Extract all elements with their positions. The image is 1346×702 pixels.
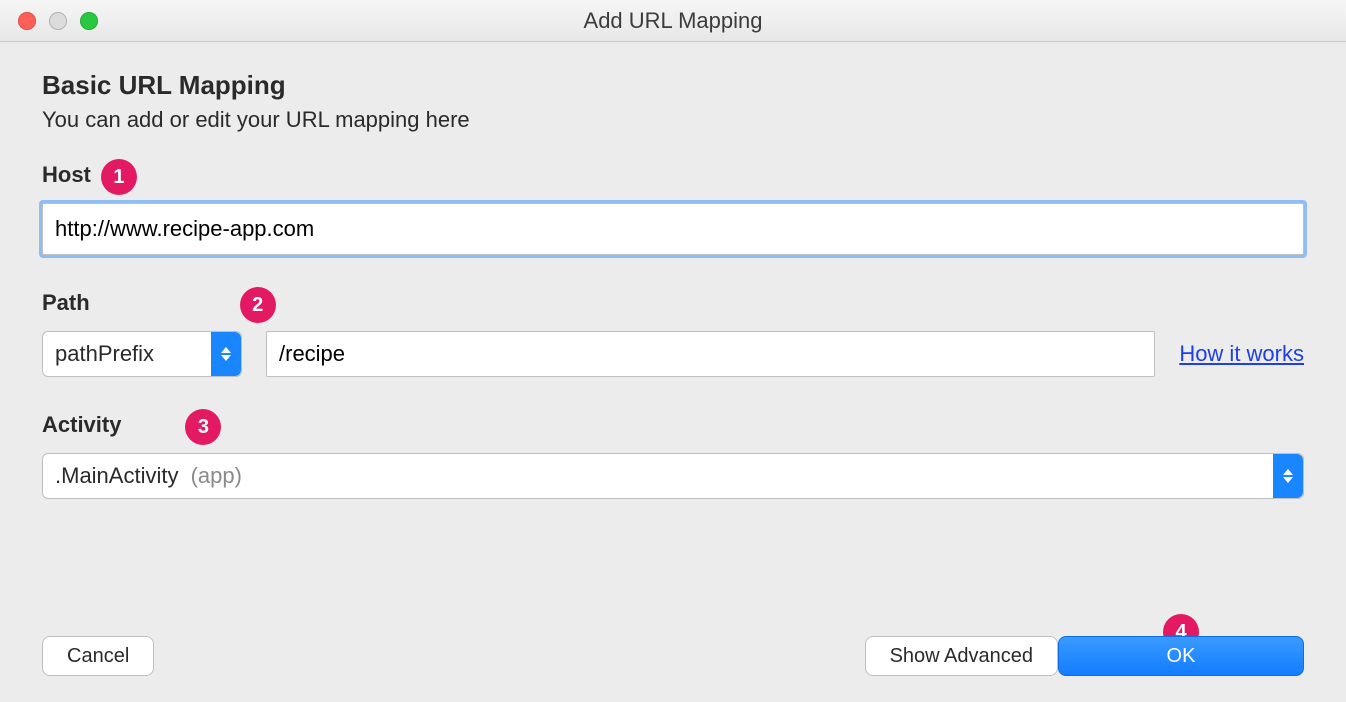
close-window-button[interactable]: [18, 12, 36, 30]
ok-button[interactable]: OK: [1058, 636, 1304, 676]
window-controls: [0, 12, 98, 30]
host-label: Host 1: [42, 157, 1304, 193]
path-type-select[interactable]: pathPrefix: [42, 331, 242, 377]
host-label-text: Host: [42, 162, 91, 188]
section-heading: Basic URL Mapping: [42, 70, 1304, 101]
callout-badge-2: 2: [240, 287, 276, 323]
activity-select[interactable]: .MainActivity (app): [42, 453, 1304, 499]
dialog-content: Basic URL Mapping You can add or edit yo…: [0, 42, 1346, 702]
path-row: pathPrefix How it works: [42, 331, 1304, 377]
minimize-window-button: [49, 12, 67, 30]
activity-selected-scope: (app): [191, 463, 242, 488]
show-advanced-button[interactable]: Show Advanced: [865, 636, 1058, 676]
path-label: Path 2: [42, 285, 1304, 321]
window-title: Add URL Mapping: [0, 8, 1346, 34]
path-input[interactable]: [266, 331, 1155, 377]
button-row: Cancel Show Advanced 4 OK: [42, 616, 1304, 702]
zoom-window-button[interactable]: [80, 12, 98, 30]
callout-badge-3: 3: [185, 409, 221, 445]
callout-badge-1: 1: [101, 159, 137, 195]
path-label-text: Path: [42, 290, 90, 316]
how-it-works-link[interactable]: How it works: [1179, 341, 1304, 367]
chevron-updown-icon: [211, 332, 241, 376]
titlebar: Add URL Mapping: [0, 0, 1346, 42]
activity-label-text: Activity: [42, 412, 121, 438]
activity-selected: .MainActivity (app): [55, 463, 1273, 489]
host-field-wrap: [42, 203, 1304, 255]
host-input[interactable]: [42, 203, 1304, 255]
section-subheading: You can add or edit your URL mapping her…: [42, 107, 1304, 133]
activity-selected-name: .MainActivity: [55, 463, 178, 488]
chevron-updown-icon: [1273, 454, 1303, 498]
cancel-button[interactable]: Cancel: [42, 636, 154, 676]
activity-label: Activity 3: [42, 407, 1304, 443]
activity-field-wrap: .MainActivity (app): [42, 453, 1304, 499]
path-type-selected: pathPrefix: [55, 341, 211, 367]
